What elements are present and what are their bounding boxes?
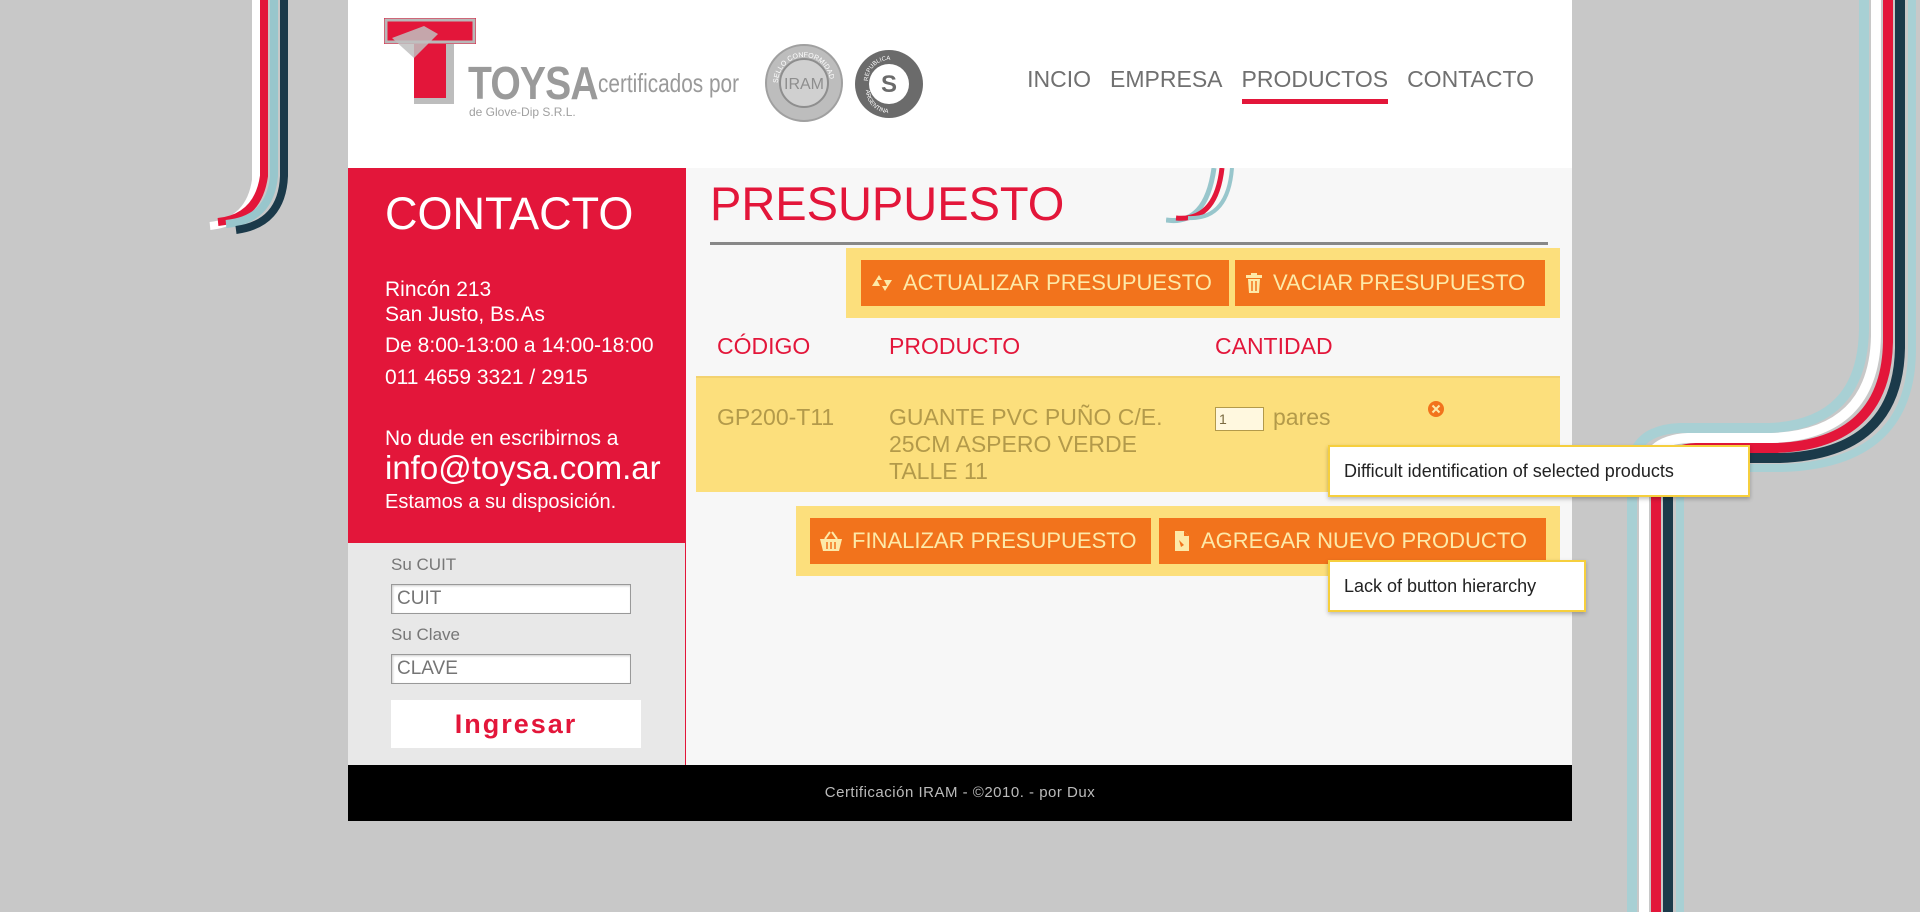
finish-quote-label: FINALIZAR PRESUPUESTO: [852, 528, 1137, 553]
annotation-button-hierarchy: Lack of button hierarchy: [1328, 560, 1586, 612]
title-divider: [710, 242, 1548, 245]
nav-item-empresa[interactable]: EMPRESA: [1110, 66, 1222, 104]
row-unit: pares: [1273, 404, 1331, 430]
empty-quote-button[interactable]: VACIAR PRESUPUESTO: [1235, 260, 1545, 306]
nav-item-inicio[interactable]: INCIO: [1027, 66, 1091, 104]
business-hours: De 8:00-13:00 a 14:00-18:00: [385, 334, 654, 357]
toysa-t-logo-icon: [384, 18, 476, 104]
basket-icon: [820, 531, 842, 551]
row-product: GUANTE PVC PUÑO C/E. 25CM ASPERO VERDE T…: [889, 404, 1163, 484]
contact-closing: Estamos a su disposición.: [385, 491, 617, 513]
nav-item-contacto[interactable]: CONTACTO: [1407, 66, 1534, 104]
empty-quote-label: VACIAR PRESUPUESTO: [1273, 270, 1526, 295]
address-line-2: San Justo, Bs.As: [385, 303, 545, 326]
logo[interactable]: TOYSA de Glove-Dip S.R.L. certificados p…: [384, 18, 934, 128]
header: TOYSA de Glove-Dip S.R.L. certificados p…: [348, 0, 1572, 168]
contact-email-link[interactable]: info@toysa.com.ar: [385, 449, 661, 487]
decorative-stripes-left: [209, 0, 288, 234]
nav-item-productos[interactable]: PRODUCTOS: [1241, 66, 1389, 104]
remove-item-icon[interactable]: [1427, 400, 1445, 418]
sidebar: CONTACTO Rincón 213 San Justo, Bs.As De …: [348, 168, 686, 765]
s-seal-center-text: S: [881, 71, 897, 98]
update-quote-label: ACTUALIZAR PRESUPUESTO: [903, 270, 1212, 295]
row-code: GP200-T11: [717, 404, 835, 430]
address-line-1: Rincón 213: [385, 278, 492, 301]
main-nav: INCIO EMPRESA PRODUCTOS CONTACTO: [1027, 66, 1534, 104]
clave-input[interactable]: [391, 654, 631, 684]
footer: Certificación IRAM - ©2010. - por Dux: [348, 765, 1572, 821]
document-icon: [1175, 531, 1189, 551]
footer-text: Certificación IRAM - ©2010. - por Dux: [824, 784, 1096, 801]
cuit-input[interactable]: [391, 584, 631, 614]
page-title: PRESUPUESTO: [710, 177, 1065, 230]
column-header-cantidad: CANTIDAD: [1215, 333, 1333, 359]
contact-box: CONTACTO Rincón 213 San Justo, Bs.As De …: [348, 168, 685, 543]
refresh-icon: [872, 275, 892, 291]
add-product-label: AGREGAR NUEVO PRODUCTO: [1201, 528, 1527, 553]
certification-text: certificados por: [598, 68, 740, 98]
quantity-input[interactable]: [1215, 407, 1264, 431]
page-container: TOYSA de Glove-Dip S.R.L. certificados p…: [348, 0, 1572, 821]
annotation-selected-products: Difficult identification of selected pro…: [1328, 445, 1750, 497]
update-quote-button[interactable]: ACTUALIZAR PRESUPUESTO: [861, 260, 1229, 306]
trash-icon: [1246, 273, 1262, 293]
title-swoosh-decoration: [1166, 168, 1234, 224]
contact-invite: No dude en escribirnos a: [385, 427, 619, 450]
phone-number: 011 4659 3321 / 2915: [385, 366, 588, 389]
contact-title: CONTACTO: [385, 188, 634, 239]
add-product-button[interactable]: AGREGAR NUEVO PRODUCTO: [1159, 518, 1546, 564]
clave-label: Su Clave: [391, 625, 460, 644]
s-seal-icon: REPUBLICA ARGENTINA S: [855, 50, 923, 118]
finish-quote-button[interactable]: FINALIZAR PRESUPUESTO: [810, 518, 1151, 564]
iram-seal-icon: SELLO CONFORMIDAD NORMA IRAM: [764, 43, 843, 122]
column-header-codigo: CÓDIGO: [717, 333, 811, 359]
cuit-label: Su CUIT: [391, 555, 457, 574]
brand-name: TOYSA: [468, 57, 599, 109]
iram-seal-center-text: IRAM: [784, 76, 824, 93]
top-button-bar: ACTUALIZAR PRESUPUESTO VACIAR PRESUPUEST…: [846, 248, 1560, 318]
login-button[interactable]: Ingresar: [391, 700, 641, 748]
brand-subtitle: de Glove-Dip S.R.L.: [469, 105, 576, 119]
column-header-producto: PRODUCTO: [889, 333, 1021, 359]
